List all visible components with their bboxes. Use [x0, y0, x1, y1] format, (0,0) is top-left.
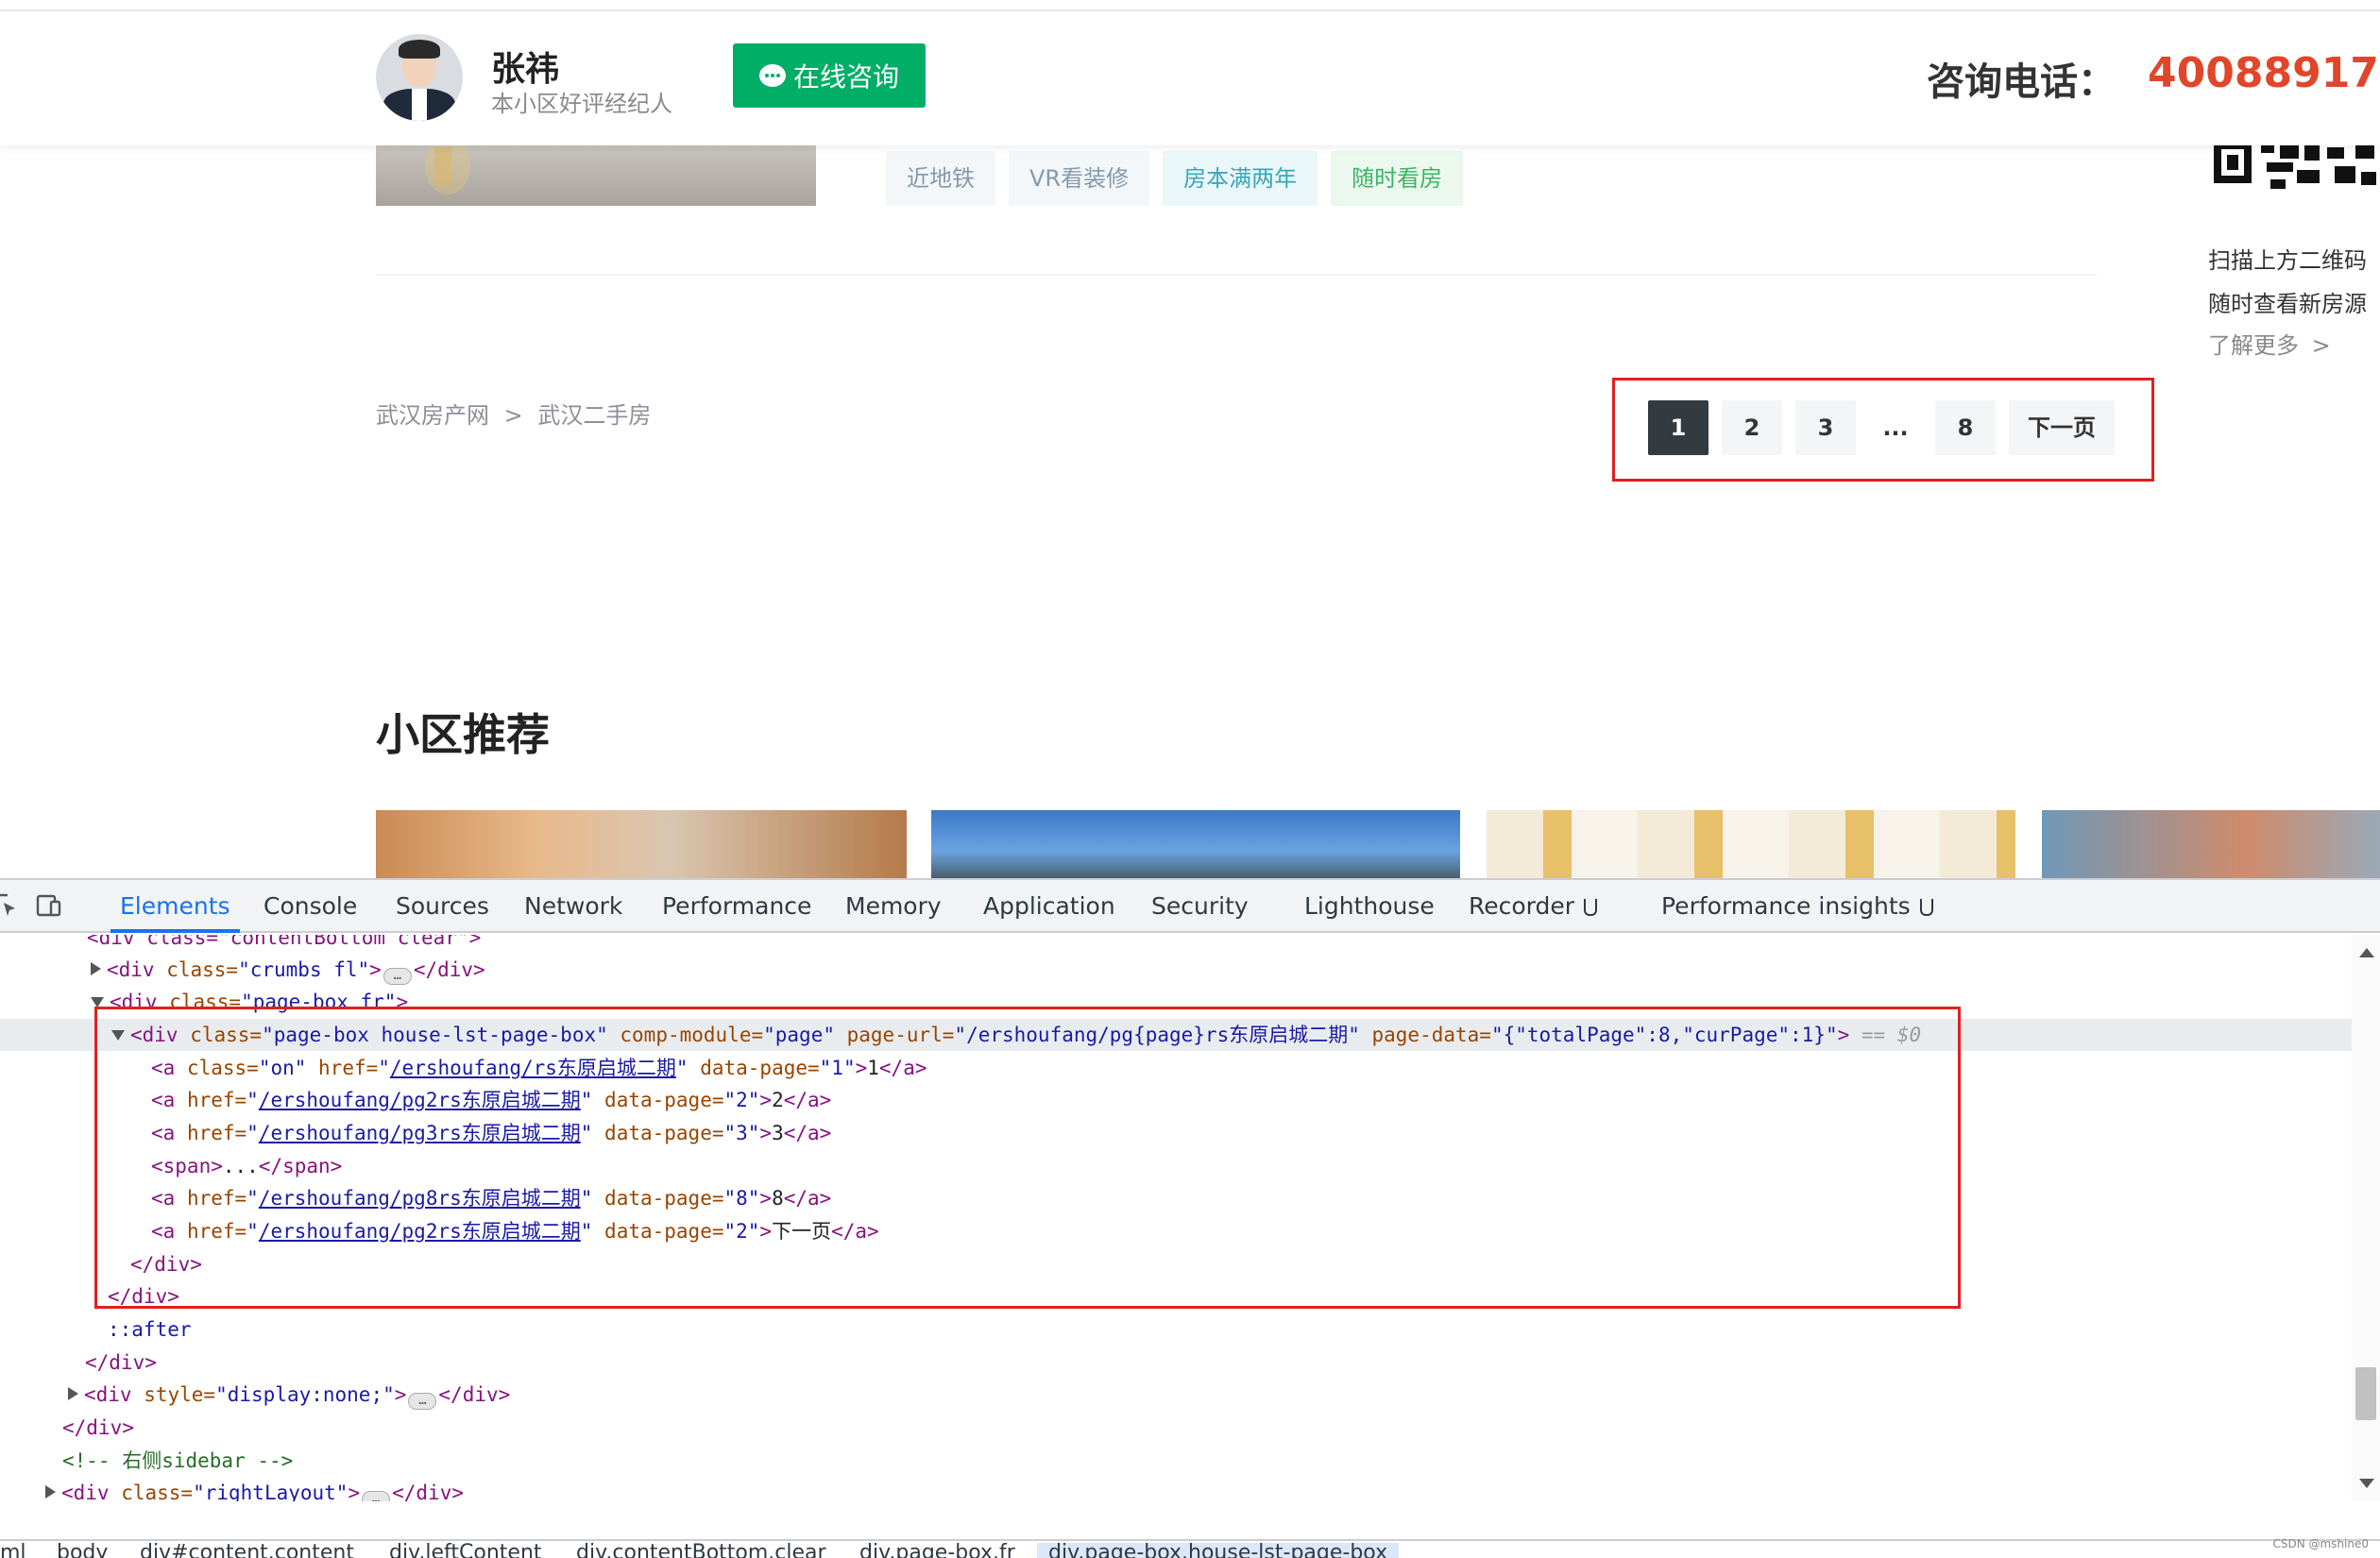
- tag-two-years: 房本满两年: [1163, 151, 1318, 206]
- device-toolbar-icon[interactable]: [34, 891, 62, 920]
- bc-page-box-house[interactable]: div.page-box.house-lst-page-box: [1037, 1543, 1400, 1558]
- tab-security[interactable]: Security: [1151, 880, 1249, 933]
- bc-html[interactable]: ml: [0, 1543, 26, 1558]
- chevron-right-icon: >: [2311, 332, 2331, 359]
- page-3-button[interactable]: 3: [1795, 400, 1856, 455]
- online-consult-button[interactable]: 在线咨询: [733, 43, 926, 108]
- page-ellipsis: ...: [1882, 415, 1909, 441]
- next-page-button[interactable]: 下一页: [2009, 400, 2115, 455]
- flask-icon: [1919, 899, 1933, 916]
- recommend-card-3[interactable]: [1487, 810, 2015, 878]
- recommend-images: [376, 810, 2380, 878]
- recommend-card-4[interactable]: [2042, 810, 2380, 878]
- scroll-down-icon[interactable]: [2359, 1479, 2374, 1488]
- elements-scrollbar[interactable]: [2352, 935, 2380, 1501]
- tag-vr-decoration: VR看装修: [1009, 151, 1150, 206]
- qr-hint-line2: 随时查看新房源: [2208, 291, 2367, 317]
- tab-recorder-label: Recorder: [1469, 892, 1575, 920]
- tag-near-subway: 近地铁: [886, 151, 995, 206]
- agent-bar: 张祎 本小区好评经纪人 在线咨询 咨询电话： 400889176: [0, 13, 2380, 145]
- bc-contentbottom[interactable]: div.contentBottom.clear: [576, 1543, 826, 1558]
- watermark: CSDN @mshine0: [2272, 1537, 2369, 1550]
- expand-arrow-icon[interactable]: [68, 1387, 78, 1400]
- learn-more-label: 了解更多: [2208, 332, 2299, 359]
- dom-line-hidden-div[interactable]: <div style="display:none;">… </div>: [0, 1379, 2352, 1411]
- pagination: 1 2 3 ... 8 下一页: [1648, 400, 2115, 455]
- tab-application[interactable]: Application: [983, 880, 1115, 933]
- bc-content[interactable]: div#content.content: [140, 1543, 354, 1558]
- tab-performance-insights[interactable]: Performance insights: [1661, 880, 1933, 933]
- agent-title: 本小区好评经纪人: [491, 91, 672, 117]
- tab-recorder[interactable]: Recorder: [1469, 880, 1598, 933]
- breadcrumb: 武汉房产网 > 武汉二手房: [376, 397, 651, 430]
- dom-line-close-div[interactable]: </div>: [0, 1346, 2352, 1379]
- tab-sources[interactable]: Sources: [396, 880, 489, 933]
- dom-line-rightlayout[interactable]: <div class="rightLayout">… </div>: [0, 1477, 2352, 1501]
- tab-lighthouse[interactable]: Lighthouse: [1304, 880, 1435, 933]
- inspect-icon[interactable]: [0, 891, 21, 920]
- qr-hint-line1: 扫描上方二维码: [2208, 247, 2367, 274]
- tab-memory[interactable]: Memory: [845, 880, 942, 933]
- learn-more-link[interactable]: 了解更多 >: [2208, 327, 2331, 360]
- scroll-thumb[interactable]: [2355, 1367, 2376, 1420]
- dom-line-close-div[interactable]: </div>: [0, 1412, 2352, 1444]
- dom-line-contentbottom[interactable]: <div class="contentBottom clear">: [0, 935, 2352, 954]
- flask-icon: [1584, 899, 1598, 916]
- phone-label: 咨询电话：: [1927, 60, 2116, 104]
- listing-tags: 近地铁 VR看装修 房本满两年 随时看房: [886, 151, 1464, 206]
- crumb-separator: >: [503, 402, 523, 429]
- devtools-tabbar: Elements Console Sources Network Perform…: [0, 880, 2380, 933]
- expand-arrow-icon[interactable]: [45, 1485, 56, 1499]
- expand-arrow-icon[interactable]: [91, 962, 101, 975]
- ellipsis-icon[interactable]: …: [362, 1491, 391, 1501]
- avatar[interactable]: [376, 34, 463, 121]
- dom-line-after-pseudo[interactable]: ::after: [0, 1313, 2352, 1346]
- tab-console[interactable]: Console: [264, 880, 357, 933]
- bc-leftcontent[interactable]: div.leftContent: [389, 1543, 542, 1558]
- tab-performance-insights-label: Performance insights: [1661, 892, 1911, 920]
- dom-breadcrumb: ml body div#content.content div.leftCont…: [0, 1539, 2380, 1558]
- recommend-card-2[interactable]: [931, 810, 1460, 878]
- list-divider: [376, 274, 2097, 276]
- ellipsis-icon[interactable]: …: [408, 1393, 437, 1410]
- top-border: [0, 0, 2380, 11]
- agent-name[interactable]: 张祎: [491, 42, 559, 91]
- chat-icon: [758, 64, 786, 87]
- consult-label: 在线咨询: [792, 61, 899, 93]
- dom-line-comment[interactable]: <!-- 右侧sidebar -->: [0, 1445, 2352, 1477]
- webpage-view: 近地铁 VR看装修 房本满两年 随时看房 扫描上方二维码 随时查看新房源 了解更…: [0, 0, 2380, 878]
- page-1-button[interactable]: 1: [1648, 400, 1708, 455]
- page-2-button[interactable]: 2: [1722, 400, 1782, 455]
- tab-elements[interactable]: Elements: [110, 880, 240, 933]
- crumb-wuhan-secondhand[interactable]: 武汉二手房: [537, 402, 651, 429]
- ellipsis-icon[interactable]: …: [382, 968, 412, 985]
- tag-anytime-viewing: 随时看房: [1331, 151, 1464, 206]
- bc-body[interactable]: body: [57, 1543, 108, 1558]
- scroll-up-icon[interactable]: [2359, 948, 2374, 957]
- dom-line-crumbs[interactable]: <div class="crumbs fl">… </div>: [0, 954, 2352, 986]
- tab-network[interactable]: Network: [524, 880, 622, 933]
- section-title: 小区推荐: [376, 709, 550, 760]
- crumb-wuhan-property[interactable]: 武汉房产网: [376, 402, 489, 429]
- qr-code-icon: [2214, 142, 2380, 193]
- tab-performance[interactable]: Performance: [662, 880, 811, 933]
- recommend-card-1[interactable]: [376, 810, 907, 878]
- page-8-button[interactable]: 8: [1935, 400, 1996, 455]
- dom-highlight-box: [94, 1007, 1961, 1309]
- phone-number: 400889176: [2148, 49, 2380, 97]
- bc-page-box-fr[interactable]: div.page-box.fr: [859, 1543, 1015, 1558]
